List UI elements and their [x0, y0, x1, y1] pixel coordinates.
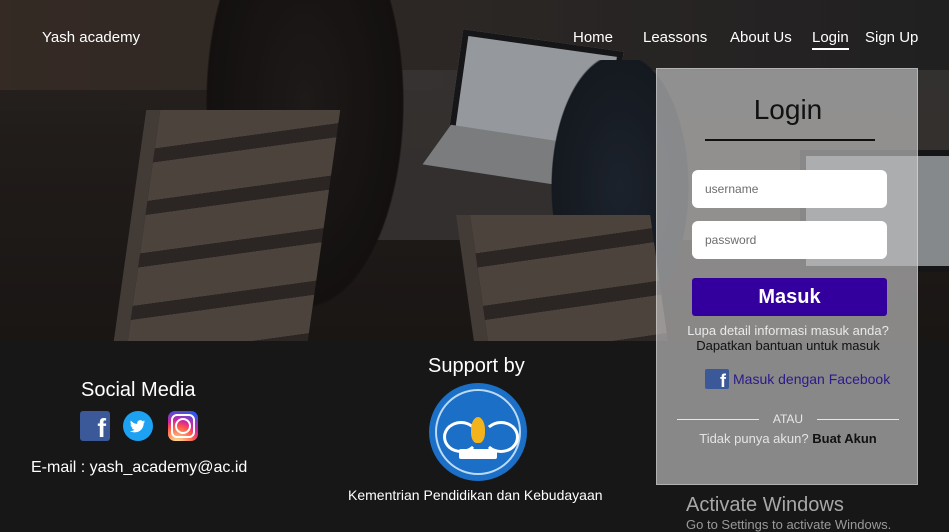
login-title-underline [705, 139, 875, 141]
nav-home[interactable]: Home [573, 29, 613, 46]
brand-logo-text[interactable]: Yash academy [42, 29, 140, 46]
tut-wuri-handayani-logo [429, 383, 527, 481]
nav-login[interactable]: Login [812, 29, 849, 50]
login-title: Login [753, 94, 823, 125]
login-help-link[interactable]: Dapatkan bantuan untuk masuk [657, 338, 919, 353]
facebook-login-label: Masuk dengan Facebook [733, 371, 891, 387]
logo-flame [471, 417, 485, 443]
no-account-text: Tidak punya akun? [699, 431, 809, 446]
password-input[interactable] [692, 221, 887, 259]
activate-windows-subtitle: Go to Settings to activate Windows. [686, 517, 892, 532]
twitter-icon[interactable] [123, 411, 153, 441]
twitter-bird-icon [130, 420, 146, 433]
forgot-details-text: Lupa detail informasi masuk anda? [687, 323, 889, 338]
social-media-title: Social Media [81, 379, 196, 401]
nav-about-us[interactable]: About Us [730, 29, 792, 46]
logo-book [459, 449, 497, 459]
login-card: Login Masuk Lupa detail informasi masuk … [656, 68, 918, 485]
masuk-button[interactable]: Masuk [692, 278, 887, 316]
nav-lessons[interactable]: Leassons [643, 29, 707, 46]
instagram-icon[interactable] [168, 411, 198, 441]
create-account-link[interactable]: Buat Akun [812, 431, 877, 446]
username-input[interactable] [692, 170, 887, 208]
ministry-name: Kementrian Pendidikan dan Kebudayaan [348, 487, 603, 503]
contact-email: E-mail : yash_academy@ac.id [31, 459, 248, 476]
facebook-icon: f [705, 369, 729, 389]
divider-right [817, 419, 899, 420]
support-title: Support by [428, 355, 525, 377]
no-account-row: Tidak punya akun? Buat Akun [657, 431, 919, 446]
facebook-icon[interactable]: f [80, 411, 110, 443]
activate-windows-title: Activate Windows [686, 494, 844, 516]
nav-sign-up[interactable]: Sign Up [865, 29, 918, 46]
